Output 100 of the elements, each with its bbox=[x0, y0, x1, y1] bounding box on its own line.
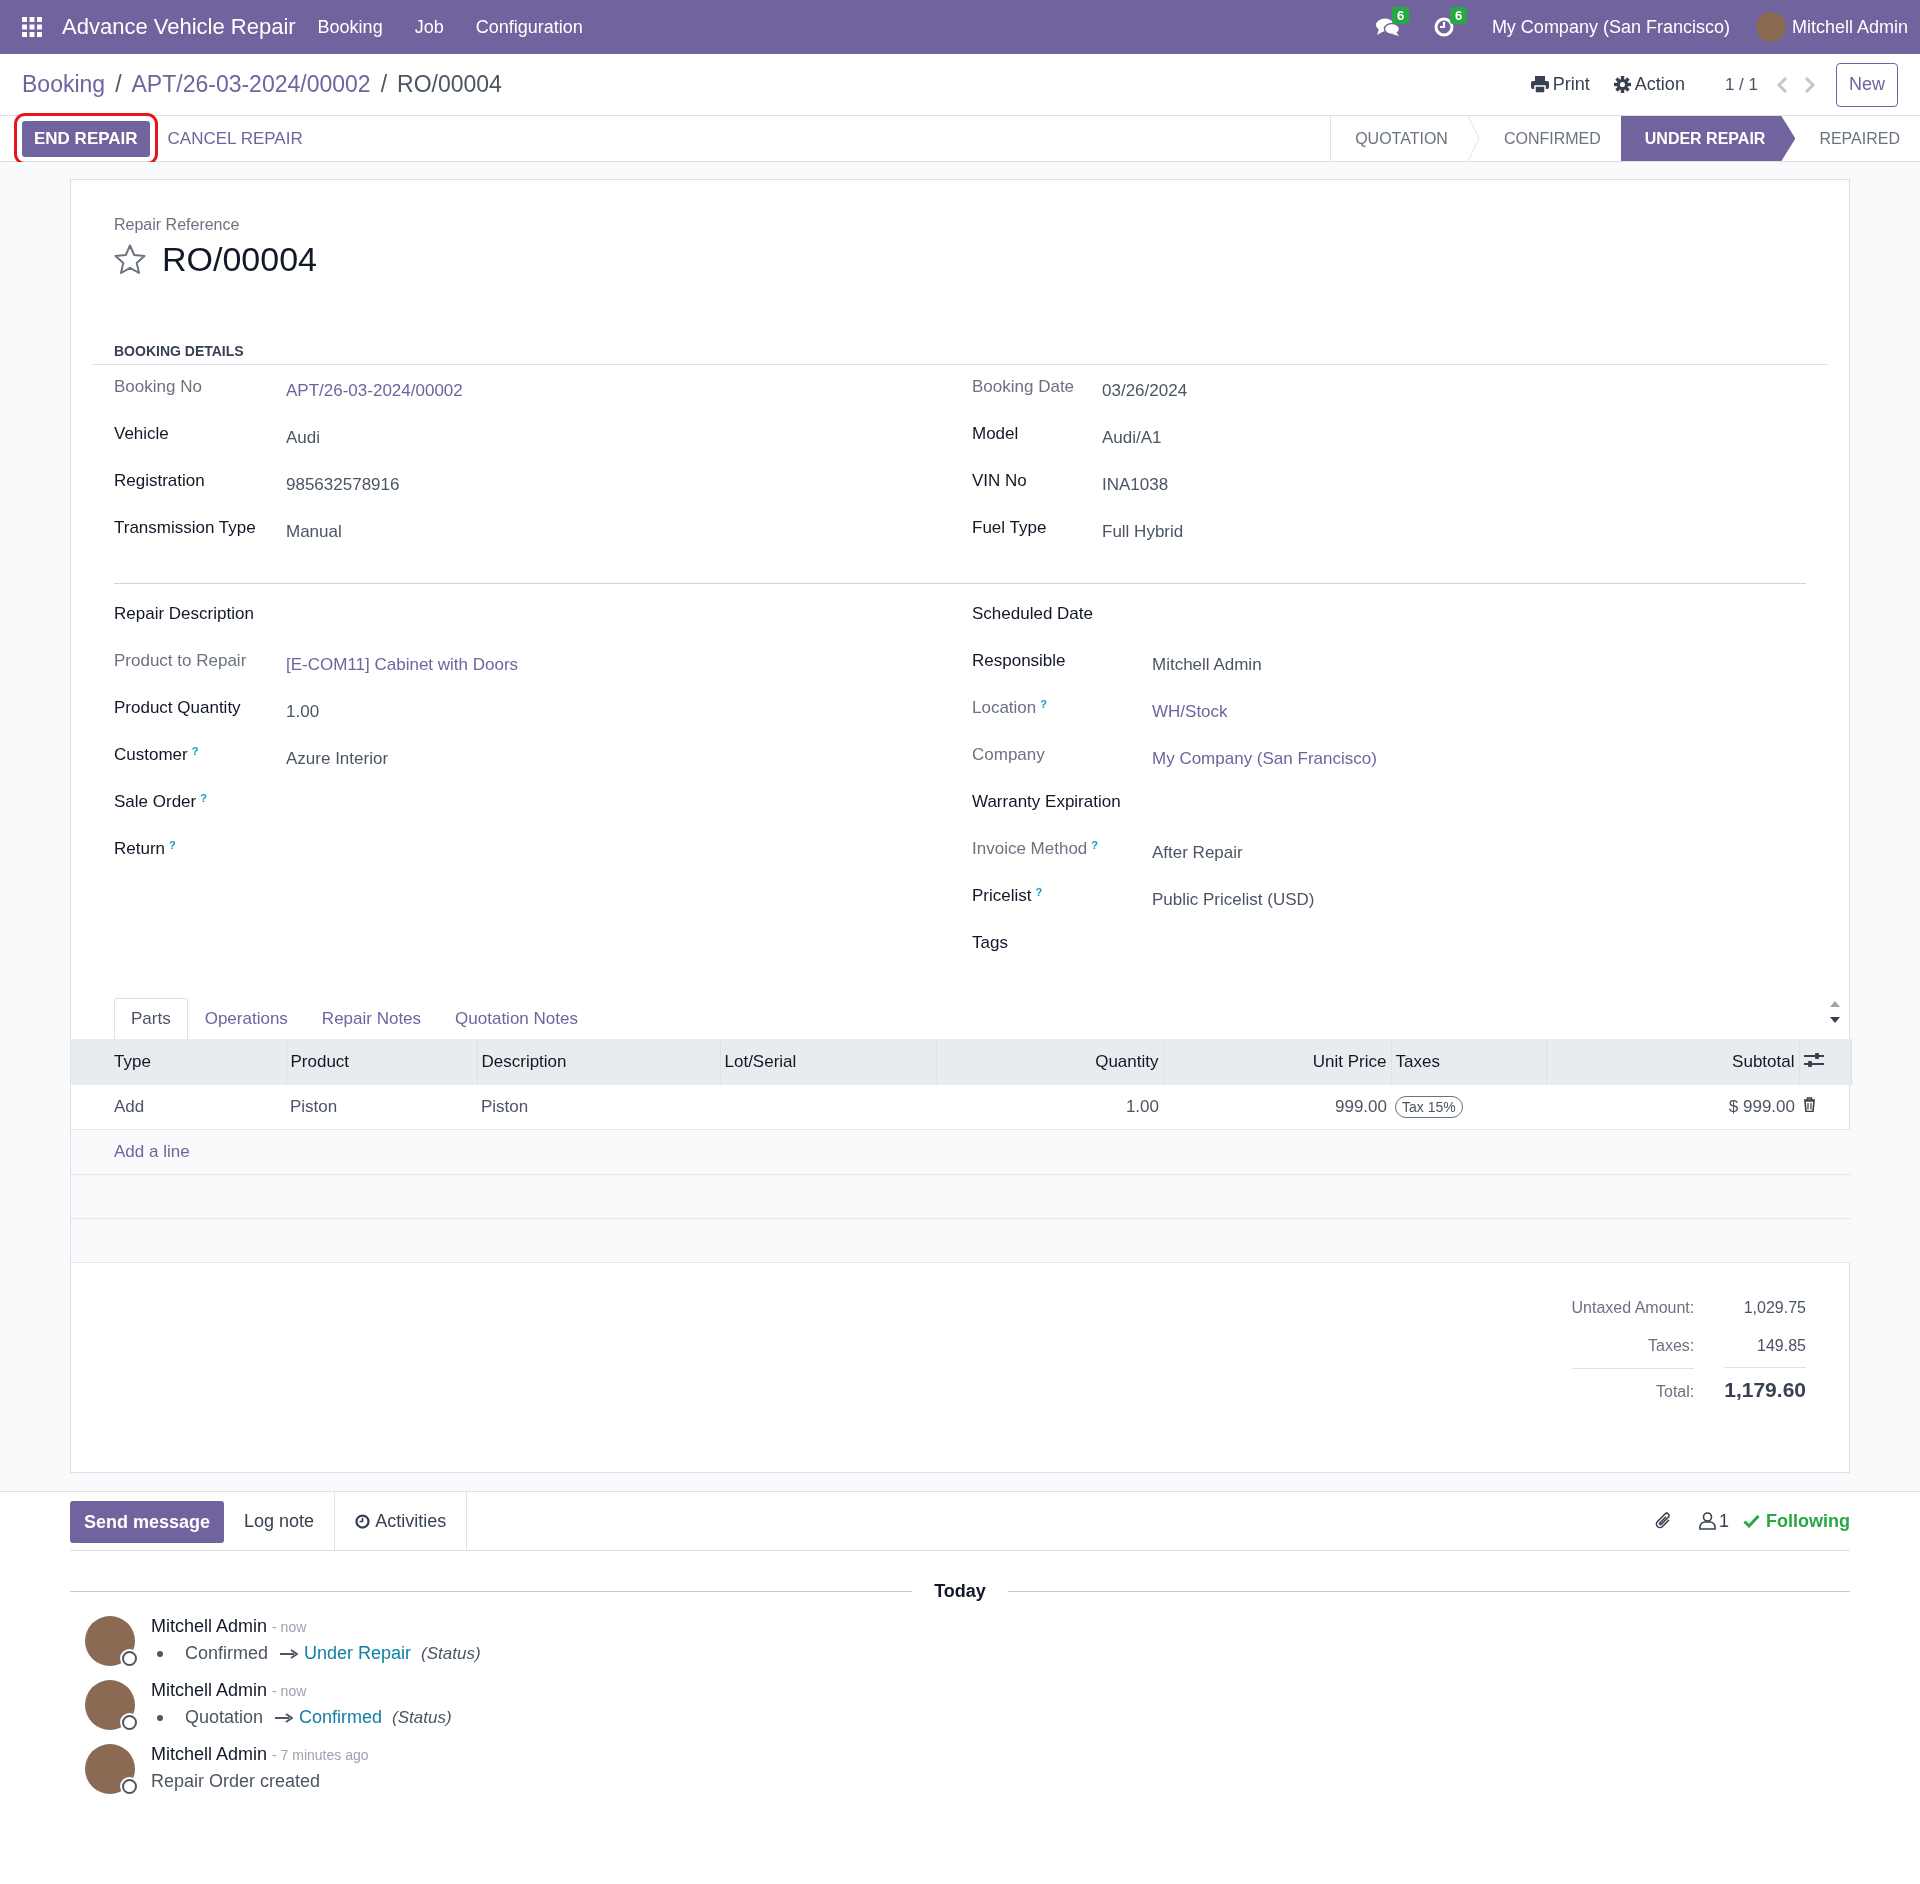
field-link[interactable]: WH/Stock bbox=[1152, 698, 1228, 722]
breadcrumb-link[interactable]: Booking bbox=[22, 71, 106, 98]
message-author[interactable]: Mitchell Admin bbox=[151, 1744, 268, 1765]
column-header[interactable]: Type bbox=[71, 1039, 286, 1085]
tracking-new-value: Confirmed bbox=[299, 1707, 383, 1728]
field-value: Mitchell Admin bbox=[1152, 654, 1262, 675]
message-body: Repair Order created bbox=[151, 1771, 322, 1792]
arrow-icon bbox=[280, 1648, 299, 1659]
company-switcher[interactable]: My Company (San Francisco) bbox=[1491, 16, 1730, 38]
field-link[interactable]: [E-COM11] Cabinet with Doors bbox=[286, 651, 519, 675]
total-label: Total: bbox=[1571, 1368, 1695, 1413]
field-value: Manual bbox=[286, 521, 342, 542]
field-value: 03/26/2024 bbox=[1102, 380, 1188, 401]
cancel-repair-button[interactable]: CANCEL REPAIR bbox=[155, 120, 315, 157]
tab[interactable]: Operations bbox=[187, 998, 305, 1039]
followers-button[interactable]: 1 bbox=[1699, 1492, 1729, 1550]
field-value: Public Pricelist (USD) bbox=[1152, 889, 1315, 910]
table-cell: Piston bbox=[477, 1085, 720, 1130]
column-header[interactable]: Lot/Serial bbox=[720, 1039, 936, 1085]
tab[interactable]: Quotation Notes bbox=[438, 998, 595, 1039]
column-settings-icon[interactable] bbox=[1803, 1051, 1824, 1068]
print-button[interactable]: Print bbox=[1530, 74, 1590, 95]
status-stage[interactable]: UNDER REPAIR bbox=[1620, 116, 1796, 161]
field-label: Scheduled Date bbox=[972, 604, 1093, 624]
log-note-button[interactable]: Log note bbox=[224, 1492, 335, 1550]
total-label: Taxes: bbox=[1647, 1336, 1695, 1356]
menu-item[interactable]: Job bbox=[414, 16, 444, 38]
send-message-button[interactable]: Send message bbox=[70, 1501, 225, 1543]
field-label: Responsible bbox=[972, 651, 1066, 671]
field-label: Warranty Expiration bbox=[972, 792, 1121, 812]
table-cell: Piston bbox=[286, 1085, 477, 1130]
tab[interactable]: Parts bbox=[114, 998, 188, 1039]
field-value: 1.00 bbox=[286, 701, 320, 722]
field-label: Vehicle bbox=[114, 424, 169, 444]
app-title[interactable]: Advance Vehicle Repair bbox=[62, 14, 296, 40]
breadcrumb-separator: / bbox=[115, 71, 122, 98]
field-label: Fuel Type bbox=[972, 518, 1047, 538]
clock-icon[interactable] bbox=[1433, 17, 1454, 37]
trash-icon[interactable] bbox=[1803, 1097, 1816, 1112]
column-header[interactable]: Product bbox=[286, 1039, 477, 1085]
presence-status-icon bbox=[122, 1779, 137, 1794]
paperclip-icon[interactable] bbox=[1654, 1511, 1673, 1531]
arrow-icon bbox=[275, 1712, 294, 1723]
column-header[interactable]: Quantity bbox=[936, 1039, 1163, 1085]
add-line-link[interactable]: Add a line bbox=[114, 1142, 190, 1161]
total-label: Untaxed Amount: bbox=[1571, 1298, 1695, 1318]
field-label: Booking No bbox=[114, 377, 202, 397]
field-label: Pricelist bbox=[972, 886, 1032, 906]
field-label: Model bbox=[972, 424, 1019, 444]
tracking-old-value: Quotation bbox=[185, 1707, 264, 1728]
column-header[interactable]: Subtotal bbox=[1546, 1039, 1799, 1085]
field-link[interactable]: APT/26-03-2024/00002 bbox=[286, 377, 463, 401]
field-caption: Repair Reference bbox=[114, 216, 241, 234]
person-icon bbox=[1699, 1512, 1716, 1530]
field-value: Full Hybrid bbox=[1102, 521, 1184, 542]
apps-menu-icon[interactable] bbox=[22, 17, 42, 37]
breadcrumb-link[interactable]: APT/26-03-2024/00002 bbox=[131, 71, 371, 98]
menu-item[interactable]: Configuration bbox=[475, 16, 583, 38]
section-title: BOOKING DETAILS bbox=[92, 343, 1827, 365]
star-icon[interactable] bbox=[114, 244, 146, 275]
help-mark[interactable]: ? bbox=[169, 839, 176, 851]
tracking-field: (Status) bbox=[421, 1643, 481, 1664]
message-author[interactable]: Mitchell Admin bbox=[151, 1616, 268, 1637]
check-icon bbox=[1743, 1514, 1760, 1528]
tab[interactable]: Repair Notes bbox=[304, 998, 439, 1039]
following-button[interactable]: Following bbox=[1743, 1492, 1850, 1550]
help-mark[interactable]: ? bbox=[1091, 839, 1099, 851]
help-mark[interactable]: ? bbox=[1040, 698, 1047, 710]
column-header[interactable]: Taxes bbox=[1391, 1039, 1546, 1085]
action-button[interactable]: Action bbox=[1613, 74, 1685, 95]
message-time: - now bbox=[272, 1619, 307, 1635]
field-label: Company bbox=[972, 745, 1045, 765]
field-value: Audi bbox=[286, 427, 321, 448]
date-separator: Today bbox=[934, 1581, 986, 1602]
author-avatar bbox=[85, 1680, 135, 1730]
printer-icon bbox=[1530, 76, 1549, 93]
help-mark[interactable]: ? bbox=[1035, 886, 1043, 898]
column-header[interactable]: Description bbox=[477, 1039, 720, 1085]
help-mark[interactable]: ? bbox=[191, 745, 199, 757]
breadcrumb-separator: / bbox=[380, 71, 388, 98]
field-value: Azure Interior bbox=[286, 748, 389, 769]
user-menu[interactable]: Mitchell Admin bbox=[1791, 16, 1908, 38]
help-mark[interactable]: ? bbox=[200, 792, 207, 804]
column-header[interactable]: Unit Price bbox=[1163, 1039, 1391, 1085]
menu-item[interactable]: Booking bbox=[317, 16, 383, 38]
field-label: Booking Date bbox=[972, 377, 1075, 397]
message-author[interactable]: Mitchell Admin bbox=[151, 1680, 268, 1701]
new-button[interactable]: New bbox=[1836, 62, 1898, 107]
tracking-new-value: Under Repair bbox=[304, 1643, 412, 1664]
activities-button[interactable]: Activities bbox=[334, 1492, 468, 1550]
bullet-dot bbox=[157, 1714, 163, 1721]
total-value: 149.85 bbox=[1756, 1336, 1806, 1356]
message-time: - now bbox=[272, 1683, 307, 1699]
breadcrumb-current: RO/00004 bbox=[397, 71, 502, 98]
presence-status-icon bbox=[122, 1715, 137, 1730]
table-cell: Add bbox=[71, 1085, 286, 1130]
table-cell: 999.00 bbox=[1163, 1085, 1391, 1130]
field-label: Customer bbox=[114, 745, 188, 765]
field-link[interactable]: My Company (San Francisco) bbox=[1152, 745, 1377, 769]
scroll-down-icon[interactable] bbox=[1829, 1016, 1841, 1024]
